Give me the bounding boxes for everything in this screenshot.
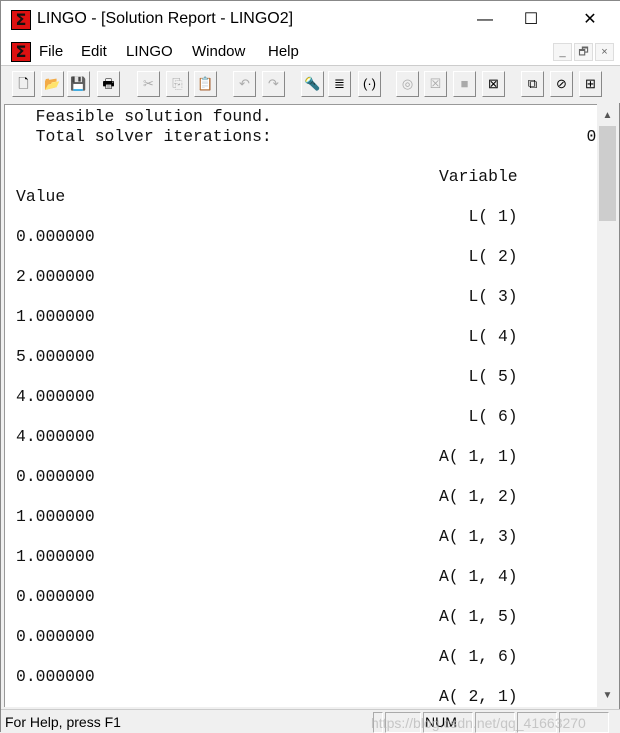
menu-help[interactable]: Help (268, 43, 299, 60)
find-button[interactable]: 🔦 (301, 71, 324, 97)
menu-window[interactable]: Window (192, 43, 245, 60)
undo-button[interactable]: ↶ (233, 71, 256, 97)
stop-button[interactable]: ■ (453, 71, 476, 97)
stop-icon: ■ (460, 76, 469, 91)
undo-icon: ↶ (239, 76, 250, 91)
scrollbar-thumb[interactable] (599, 126, 616, 221)
maximize-button[interactable]: ☐ (508, 1, 554, 39)
report-line: Value (16, 187, 66, 206)
report-line: A( 1, 5) (16, 607, 518, 626)
status-bar: For Help, press F1 NUM https://blog.csdn… (1, 709, 620, 733)
report-line: L( 6) (16, 407, 518, 426)
status-help-text: For Help, press F1 (5, 714, 121, 730)
mdi-close-button[interactable]: × (595, 43, 614, 61)
report-line: L( 5) (16, 367, 518, 386)
cut-icon: ✂ (143, 76, 154, 91)
copy-button[interactable]: ⎘ (166, 71, 189, 97)
minimize-button[interactable]: — (462, 1, 508, 39)
report-line: 0.000000 (16, 587, 95, 606)
report-line: L( 4) (16, 327, 518, 346)
document-icon[interactable]: Σ (11, 42, 31, 62)
menu-bar: Σ File Edit LINGO Window Help _ 🗗 × (1, 39, 620, 65)
report-line: A( 1, 2) (16, 487, 518, 506)
solution-icon: ☒ (429, 76, 442, 91)
watermark: https://blog.csdn.net/qq_41663270 (371, 715, 586, 731)
report-line: L( 3) (16, 287, 518, 306)
report-line: 1.000000 (16, 507, 95, 526)
report-line: A( 1, 3) (16, 527, 518, 546)
print-button[interactable]: 🖶 (97, 71, 120, 97)
lingo-app-icon: Σ (11, 10, 31, 30)
redo-button[interactable]: ↷ (262, 71, 285, 97)
print-icon: 🖶 (102, 76, 115, 91)
scroll-down-arrow-icon[interactable]: ▼ (597, 687, 618, 705)
send-to-back-button[interactable]: ⧉ (521, 71, 544, 97)
report-line: A( 1, 4) (16, 567, 518, 586)
find-icon: 🔦 (304, 76, 321, 91)
solve-button[interactable]: ◎ (396, 71, 419, 97)
title-bar: Σ LINGO - [Solution Report - LINGO2] — ☐… (1, 1, 620, 39)
report-line: 4.000000 (16, 387, 95, 406)
report-line: 5.000000 (16, 347, 95, 366)
solution-button[interactable]: ☒ (424, 71, 447, 97)
menu-file[interactable]: File (39, 43, 63, 60)
paste-icon: 📋 (197, 76, 214, 91)
report-line: 0.000000 (16, 467, 95, 486)
save-button[interactable]: 💾 (67, 71, 90, 97)
solution-report-text[interactable]: Feasible solution found. Total solver it… (4, 104, 597, 707)
report-line: Variable (16, 167, 518, 186)
open-folder-button[interactable]: 📂 (41, 71, 64, 97)
close-all-button[interactable]: ⊠ (482, 71, 505, 97)
cut-button[interactable]: ✂ (137, 71, 160, 97)
solve-icon: ◎ (401, 76, 414, 91)
report-line: A( 1, 6) (16, 647, 518, 666)
close-all-icon: ⊠ (488, 76, 499, 91)
report-line: Total solver iterations: 0 (16, 127, 597, 146)
open-folder-icon: 📂 (44, 76, 61, 91)
match-parenthesis-button[interactable]: (·) (358, 71, 381, 97)
report-line: 0.000000 (16, 227, 95, 246)
mdi-minimize-button[interactable]: _ (553, 43, 572, 61)
save-icon: 💾 (70, 76, 87, 91)
tile-icon: ⊞ (585, 76, 596, 91)
send-to-back-icon: ⧉ (527, 76, 538, 91)
menu-edit[interactable]: Edit (81, 43, 107, 60)
report-line: 1.000000 (16, 547, 95, 566)
goto-line-button[interactable]: ≣ (328, 71, 351, 97)
new-file-icon: 🗋 (18, 76, 29, 91)
report-line: 0.000000 (16, 667, 95, 686)
report-line: A( 2, 1) (16, 687, 518, 706)
menu-lingo[interactable]: LINGO (126, 43, 173, 60)
toolbar: 🗋 📂 💾 🖶 ✂ ⎘ 📋 ↶ ↷ 🔦 ≣ (·) ◎ ☒ ■ ⊠ ⧉ ⊘ ⊞ (1, 65, 620, 103)
scroll-up-arrow-icon[interactable]: ▲ (597, 107, 618, 125)
close-button[interactable]: ✕ (567, 1, 613, 39)
window-title: LINGO - [Solution Report - LINGO2] (37, 10, 294, 27)
report-line: 4.000000 (16, 427, 95, 446)
report-line: L( 2) (16, 247, 518, 266)
close-window-button[interactable]: ⊘ (550, 71, 573, 97)
redo-icon: ↷ (268, 76, 279, 91)
report-line: 0.000000 (16, 627, 95, 646)
tile-button[interactable]: ⊞ (579, 71, 602, 97)
goto-line-icon: ≣ (334, 76, 345, 91)
mdi-restore-button[interactable]: 🗗 (574, 43, 593, 61)
match-parenthesis-icon: (·) (363, 76, 376, 91)
report-line: A( 1, 1) (16, 447, 518, 466)
paste-button[interactable]: 📋 (194, 71, 217, 97)
new-file-button[interactable]: 🗋 (12, 71, 35, 97)
report-line: 2.000000 (16, 267, 95, 286)
vertical-scrollbar[interactable]: ▲ ▼ (597, 104, 618, 707)
report-line: L( 1) (16, 207, 518, 226)
copy-icon: ⎘ (172, 76, 183, 91)
report-line: 1.000000 (16, 307, 95, 326)
report-line: Feasible solution found. (16, 107, 272, 126)
close-window-icon: ⊘ (556, 76, 567, 91)
